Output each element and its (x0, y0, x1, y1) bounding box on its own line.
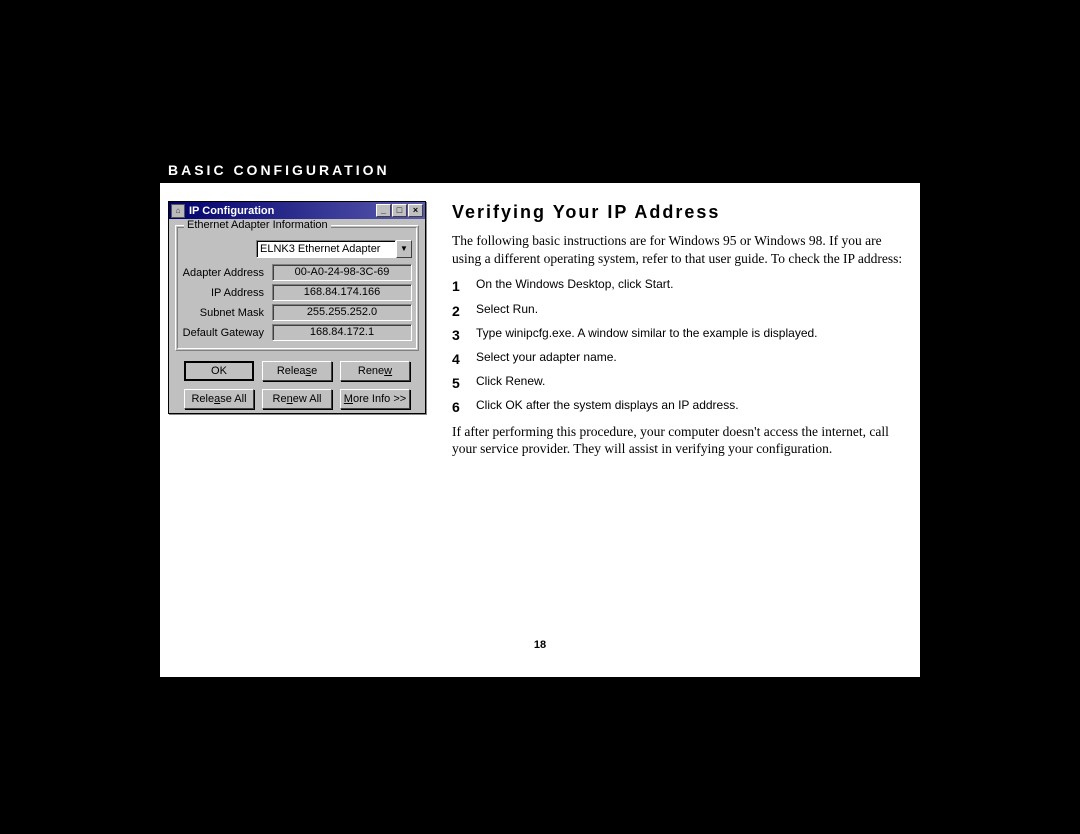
step-number: 1 (452, 277, 476, 295)
list-item: 5Click Renew. (452, 374, 912, 392)
field-label: IP Address (182, 287, 272, 299)
release-all-button[interactable]: Release All (184, 389, 254, 409)
step-number: 6 (452, 398, 476, 416)
list-item: 1On the Windows Desktop, click Start. (452, 277, 912, 295)
more-info-button[interactable]: More Info >> (340, 389, 410, 409)
step-number: 2 (452, 302, 476, 320)
system-icon: ⌂ (171, 204, 185, 218)
step-number: 3 (452, 326, 476, 344)
button-row-2: Release All Renew All More Info >> (169, 385, 425, 413)
list-item: 3Type winipcfg.exe. A window similar to … (452, 326, 912, 344)
adapter-combo-value: ELNK3 Ethernet Adapter (256, 240, 396, 258)
adapter-combo[interactable]: ELNK3 Ethernet Adapter ▼ (256, 240, 412, 258)
minimize-button[interactable]: _ (376, 204, 391, 217)
section-header: BASIC CONFIGURATION (160, 157, 920, 183)
content-area: ⌂ IP Configuration _ □ × Ethernet Adapte… (160, 201, 920, 458)
ok-button[interactable]: OK (184, 361, 254, 381)
button-row-1: OK Release Renew (169, 357, 425, 385)
subnet-mask-field: 255.255.252.0 (272, 304, 412, 321)
field-label: Adapter Address (182, 267, 272, 279)
field-row: Default Gateway 168.84.172.1 (182, 324, 412, 341)
default-gateway-field: 168.84.172.1 (272, 324, 412, 341)
step-text: Select Run. (476, 302, 538, 320)
renew-button[interactable]: Renew (340, 361, 410, 381)
list-item: 2Select Run. (452, 302, 912, 320)
field-row: Adapter Address 00-A0-24-98-3C-69 (182, 264, 412, 281)
field-row: Subnet Mask 255.255.252.0 (182, 304, 412, 321)
maximize-button[interactable]: □ (392, 204, 407, 217)
step-text: Click OK after the system displays an IP… (476, 398, 739, 416)
intro-paragraph: The following basic instructions are for… (452, 232, 912, 267)
dialog-title: IP Configuration (189, 205, 375, 217)
step-number: 4 (452, 350, 476, 368)
step-text: Select your adapter name. (476, 350, 617, 368)
list-item: 6Click OK after the system displays an I… (452, 398, 912, 416)
field-label: Subnet Mask (182, 307, 272, 319)
combo-dropdown-button[interactable]: ▼ (396, 240, 412, 258)
renew-all-button[interactable]: Renew All (262, 389, 332, 409)
step-text: Type winipcfg.exe. A window similar to t… (476, 326, 818, 344)
outro-paragraph: If after performing this procedure, your… (452, 423, 912, 458)
ip-address-field: 168.84.174.166 (272, 284, 412, 301)
list-item: 4Select your adapter name. (452, 350, 912, 368)
groupbox-legend: Ethernet Adapter Information (184, 219, 331, 231)
field-row: IP Address 168.84.174.166 (182, 284, 412, 301)
adapter-address-field: 00-A0-24-98-3C-69 (272, 264, 412, 281)
page-heading: Verifying Your IP Address (452, 201, 912, 224)
step-text: On the Windows Desktop, click Start. (476, 277, 673, 295)
ip-config-dialog: ⌂ IP Configuration _ □ × Ethernet Adapte… (168, 201, 426, 414)
page-number: 18 (160, 639, 920, 651)
manual-page: BASIC CONFIGURATION ⌂ IP Configuration _… (160, 157, 920, 677)
steps-list: 1On the Windows Desktop, click Start. 2S… (452, 277, 912, 416)
step-text: Click Renew. (476, 374, 545, 392)
adapter-groupbox: Ethernet Adapter Information ELNK3 Ether… (175, 225, 419, 351)
field-label: Default Gateway (182, 327, 272, 339)
text-column: Verifying Your IP Address The following … (452, 201, 912, 458)
close-button[interactable]: × (408, 204, 423, 217)
release-button[interactable]: Release (262, 361, 332, 381)
screenshot-column: ⌂ IP Configuration _ □ × Ethernet Adapte… (168, 201, 430, 458)
step-number: 5 (452, 374, 476, 392)
titlebar[interactable]: ⌂ IP Configuration _ □ × (169, 202, 425, 219)
